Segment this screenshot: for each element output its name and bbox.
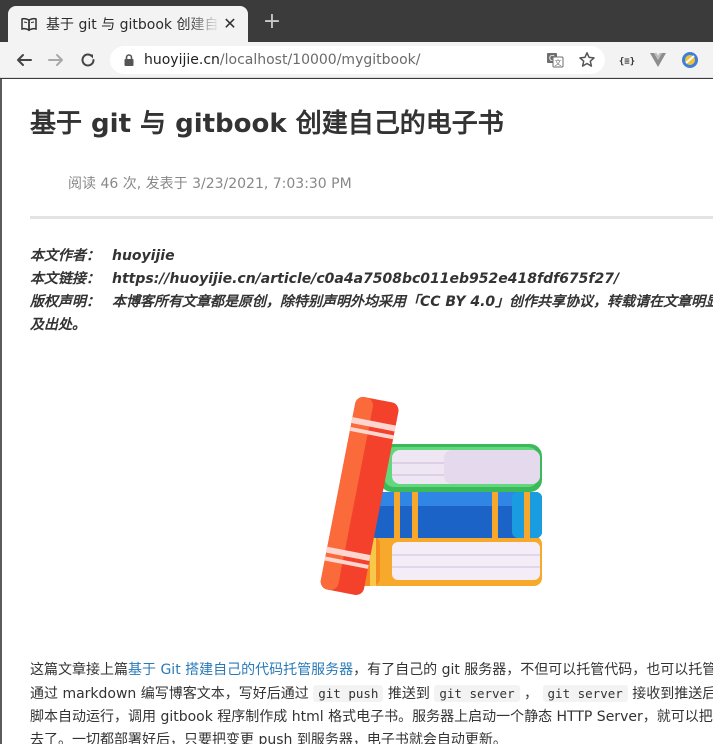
browser-tab[interactable]: 基于 git 与 gitbook 创建自己的电子书 ✕ [8,6,248,42]
close-tab-icon[interactable]: ✕ [220,14,240,34]
body-text-3: 通过 markdown 编写博客文本，写好后通过 [30,686,314,702]
statement-row: 版权声明： 本博客所有文章都是原创，除特别声明外均采用「CC BY 4.0」创作共… [30,291,713,314]
arrow-right-icon [48,54,63,66]
svg-text:文: 文 [555,58,562,67]
body-line-1: 这篇文章接上篇基于 Git 搭建自己的代码托管服务器，有了自己的 git 服务器… [30,659,713,682]
lock-icon [124,54,134,66]
books-illustration [320,396,542,595]
statement-text: 本博客所有文章都是原创，除特别声明外均采用「CC BY 4.0」创作共享协议，转… [112,294,713,310]
inline-code-git-push: git push [313,685,384,702]
article-body: 这篇文章接上篇基于 Git 搭建自己的代码托管服务器，有了自己的 git 服务器… [30,659,713,744]
inline-code-git-server-2: git server [542,685,628,702]
statement-label: 版权声明： [30,294,100,310]
browser-toolbar: huoyijie.cn/localhost/10000/mygitbook/ G… [0,42,713,78]
json-formatter-extension-icon[interactable]: {≡} [617,50,637,70]
inline-code-git-server: git server [434,685,520,702]
body-line-4: 去了。一切都部署好后，只要把变更 push 到服务器，电子书就会自动更新。 [30,732,507,744]
vue-devtools-extension-icon[interactable] [648,50,668,70]
author-value: huoyijie [112,248,175,264]
address-bar[interactable]: huoyijie.cn/localhost/10000/mygitbook/ G… [110,46,605,74]
author-row: 本文作者： huoyijie [30,245,713,268]
bookmark-star-icon[interactable] [577,50,597,70]
body-line-2: 通过 markdown 编写博客文本，写好后通过 git push 推送到 gi… [30,682,713,706]
back-button[interactable] [12,48,36,72]
translate-icon[interactable]: G 文 [545,50,565,70]
body-line-3: 脚本自动运行，调用 gitbook 程序制作成 html 格式电子书。服务器上启… [30,709,713,725]
reload-button[interactable] [76,48,100,72]
page-viewport: 基于 git 与 gitbook 创建自己的电子书 阅读 46 次, 发表于 3… [0,79,713,744]
article-meta: 阅读 46 次, 发表于 3/23/2021, 7:03:30 PM [68,176,352,192]
body-text-1: 这篇文章接上篇 [30,662,128,678]
url-path: /localhost/10000/mygitbook/ [219,52,421,68]
url-text: huoyijie.cn/localhost/10000/mygitbook/ [144,52,533,68]
body-text-2: ，有了自己的 git 服务器，不但可以托管代码，也可以托管博客文本。 [353,662,713,678]
divider [30,216,713,219]
previous-article-link[interactable]: 基于 Git 搭建自己的代码托管服务器 [128,662,353,678]
body-text-4: 推送到 [383,686,435,702]
url-host: huoyijie.cn [144,52,220,68]
tab-title: 基于 git 与 gitbook 创建自己的电子书 [46,17,220,33]
article-link[interactable]: https://huoyijie.cn/article/c0a4a7508bc0… [112,271,619,287]
copyright-block: 本文作者： huoyijie 本文链接： https://huoyijie.cn/a… [30,245,713,337]
reload-icon [81,53,95,67]
body-text-5: ， [519,686,543,702]
statement-text-continued: 及出处。 [30,317,86,333]
author-label: 本文作者： [30,248,100,264]
link-label: 本文链接： [30,271,100,287]
page-left-edge [0,79,2,744]
page-title: 基于 git 与 gitbook 创建自己的电子书 [30,109,504,139]
link-row: 本文链接： https://huoyijie.cn/article/c0a4a75… [30,268,713,291]
arrow-left-icon [17,54,32,66]
statement-row-continued: 及出处。 [30,314,713,337]
profile-extension-icon[interactable] [680,50,700,70]
new-tab-icon[interactable]: + [260,10,284,34]
body-text-6: 接收到推送后会触发钩子 [632,686,713,702]
svg-text:{≡}: {≡} [619,57,635,67]
forward-button[interactable] [44,48,68,72]
tab-strip: 基于 git 与 gitbook 创建自己的电子书 ✕ + [0,0,713,42]
book-icon [21,17,37,32]
